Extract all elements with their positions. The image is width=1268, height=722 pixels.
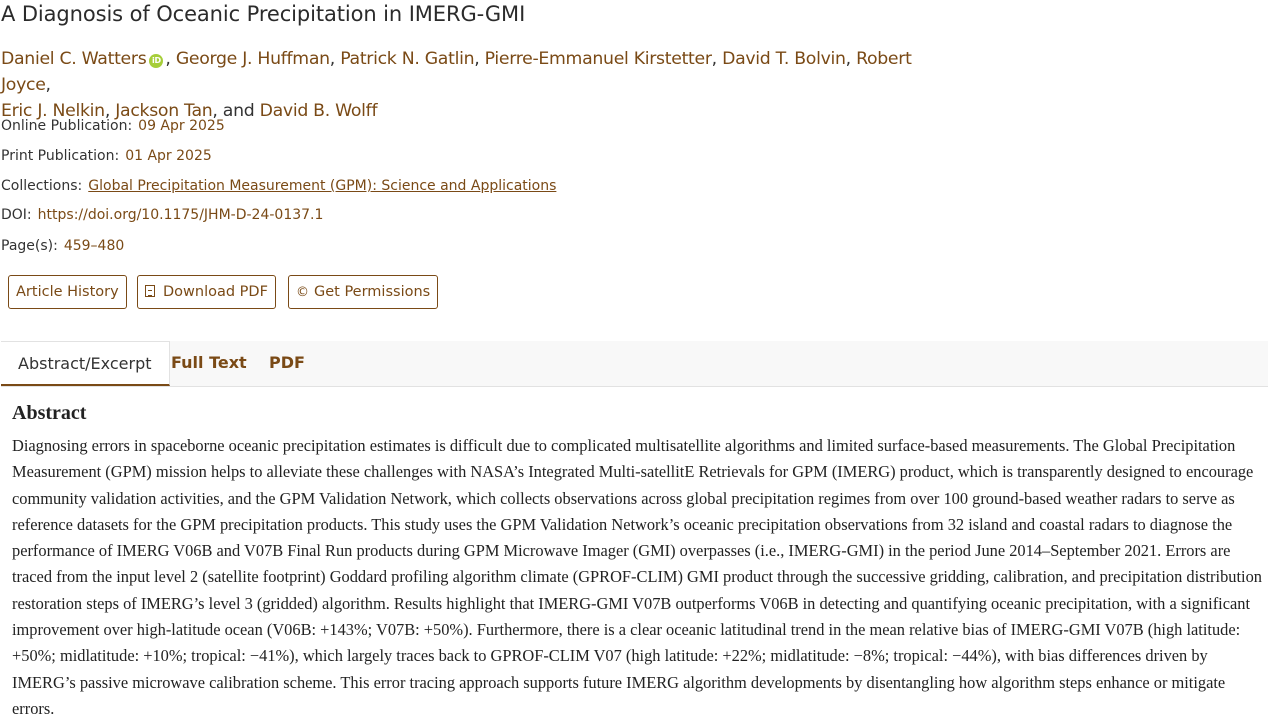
article-title: A Diagnosis of Oceanic Precipitation in … — [1, 2, 526, 26]
article-page: A Diagnosis of Oceanic Precipitation in … — [0, 0, 1268, 722]
author-link[interactable]: Pierre-Emmanuel Kirstetter — [485, 49, 712, 69]
online-publication-label: Online Publication: — [1, 118, 133, 134]
author-link[interactable]: Patrick N. Gatlin — [340, 49, 474, 69]
author-separator: , — [329, 49, 336, 69]
tab-full-text[interactable]: Full Text — [154, 341, 264, 386]
get-permissions-button[interactable]: © Get Permissions — [288, 275, 439, 309]
author-link[interactable]: David T. Bolvin — [722, 49, 846, 69]
get-permissions-label: Get Permissions — [314, 284, 431, 300]
tab-pdf[interactable]: PDF — [252, 341, 322, 386]
author-separator: , — [711, 49, 718, 69]
article-history-button[interactable]: Article History — [8, 275, 127, 309]
tab-abstract[interactable]: Abstract/Excerpt — [1, 341, 170, 386]
print-publication-label: Print Publication: — [1, 148, 120, 164]
print-publication-date: 01 Apr 2025 — [125, 148, 212, 164]
abstract-text: Diagnosing errors in spaceborne oceanic … — [12, 436, 1262, 718]
pages-label: Page(s): — [1, 238, 58, 254]
author-separator: , — [45, 75, 52, 95]
orcid-icon[interactable]: iD — [149, 54, 164, 68]
print-publication: Print Publication: 01 Apr 2025 — [1, 146, 212, 166]
author-link[interactable]: Daniel C. Watters — [1, 49, 147, 69]
copyright-icon: © — [296, 285, 309, 300]
collections-label: Collections: — [1, 178, 83, 194]
author-link[interactable]: David B. Wolff — [260, 101, 378, 121]
collections-link[interactable]: Global Precipitation Measurement (GPM): … — [88, 178, 556, 194]
doi-label: DOI: — [1, 207, 32, 223]
pdf-file-icon — [145, 285, 155, 297]
doi: DOI: https://doi.org/10.1175/JHM-D-24-013… — [1, 205, 323, 225]
pages: Page(s): 459–480 — [1, 236, 124, 256]
online-publication: Online Publication: 09 Apr 2025 — [1, 116, 225, 136]
online-publication-date: 09 Apr 2025 — [138, 118, 225, 134]
author-link[interactable]: George J. Huffman — [176, 49, 330, 69]
content-tabs: Abstract/Excerpt Full Text PDF — [1, 341, 1268, 387]
author-list: Daniel C. Watters iD, George J. Huffman, … — [1, 46, 941, 124]
author-separator: , — [845, 49, 852, 69]
author-separator: , — [474, 49, 480, 69]
doi-link[interactable]: https://doi.org/10.1175/JHM-D-24-0137.1 — [38, 207, 324, 223]
author-separator: , — [165, 49, 171, 69]
collections: Collections: Global Precipitation Measure… — [1, 176, 556, 196]
download-pdf-label: Download PDF — [163, 284, 268, 300]
abstract-heading: Abstract — [12, 402, 87, 424]
download-pdf-button[interactable]: Download PDF — [137, 275, 276, 309]
article-history-label: Article History — [16, 284, 119, 300]
pages-value: 459–480 — [63, 238, 125, 254]
